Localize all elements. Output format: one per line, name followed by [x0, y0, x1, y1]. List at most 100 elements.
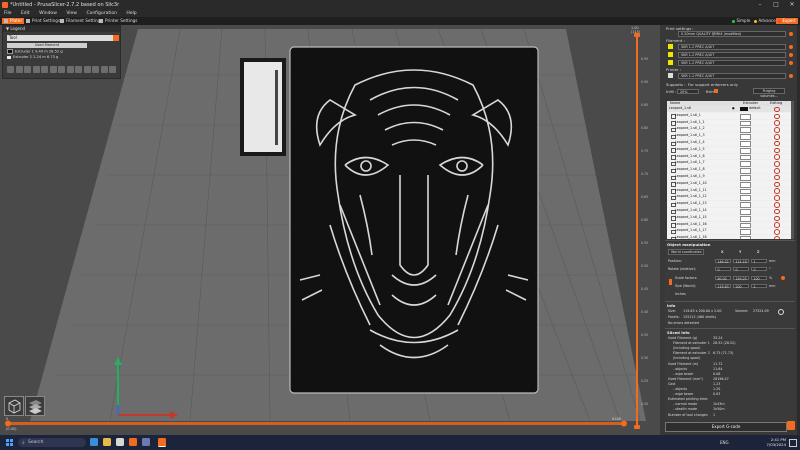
rotate-x-input[interactable]: 0 [715, 266, 731, 271]
position-x-input[interactable]: 146.02 [715, 258, 731, 263]
infill-select[interactable]: 20% [677, 88, 699, 94]
filament-1-select[interactable]: SKR 1.2 PREC A/UIT [678, 44, 786, 50]
part-settings-icon[interactable] [774, 127, 780, 133]
menu-file[interactable]: File [4, 11, 12, 16]
rotate-z-input[interactable]: 0 [751, 266, 767, 271]
size-z-input[interactable]: 2 [751, 283, 767, 288]
coordinate-system-select[interactable]: World coordinates [668, 249, 704, 255]
object-part-row[interactable]: Leopard_1.stl_1_12 [667, 194, 791, 202]
tool-change-icon[interactable] [58, 66, 65, 73]
menu-view[interactable]: View [66, 11, 77, 16]
edit-print-settings-icon[interactable] [789, 31, 793, 36]
object-part-row[interactable]: Leopard_1.stl_1_18 [667, 235, 791, 239]
mode-simple-button[interactable]: Simple [730, 18, 752, 24]
filament-2-select[interactable]: SKR 1.2 PREC A/UIT [678, 52, 786, 58]
view-type-select[interactable]: Tool [7, 35, 119, 41]
object-part-row[interactable]: Leopard_1.stl_1_6 [667, 154, 791, 161]
3d-viewport[interactable]: 0 (0.00) 6188 [0, 25, 660, 435]
object-part-row[interactable]: Leopard_1.stl_1_4 [667, 140, 791, 147]
feature-icon[interactable] [7, 66, 14, 73]
v-slider-bottom-thumb[interactable] [634, 425, 640, 429]
supports-value[interactable]: For support enforcers only [688, 82, 738, 87]
filament-3-color-swatch[interactable] [668, 60, 673, 65]
shells-icon[interactable] [100, 66, 108, 73]
size-x-input[interactable]: 119.63 [715, 283, 731, 288]
print-profile-select[interactable]: 0.20mm QUALITY @MK4 (modified) [678, 31, 786, 37]
system-clock[interactable]: 2:41 PM 7/03/2024 [767, 437, 786, 447]
cube-view-icon[interactable] [4, 396, 24, 416]
app-icon[interactable] [142, 438, 150, 446]
store-icon[interactable] [116, 438, 124, 446]
part-settings-icon[interactable] [774, 195, 780, 201]
part-settings-icon[interactable] [774, 140, 780, 147]
filament-3-select[interactable]: SKR 1.2 PREC A/UIT [678, 60, 786, 66]
prusaslicer-taskbar-icon[interactable] [129, 438, 137, 446]
printer-select[interactable]: SKR 1.2 PREC A/UIT [678, 73, 786, 79]
part-settings-icon[interactable] [774, 201, 780, 208]
object-part-row[interactable]: Leopard_1.stl_1_7 [667, 160, 791, 168]
object-part-row[interactable]: Leopard_1.stl_1_11 [667, 188, 791, 195]
maximize-button[interactable]: □ [768, 0, 784, 10]
part-settings-icon[interactable] [774, 229, 780, 235]
leopard-plate[interactable] [289, 46, 539, 394]
size-y-input[interactable]: 200 [733, 283, 749, 288]
rotate-y-input[interactable]: 0 [733, 266, 749, 271]
info-tooltip-icon[interactable] [778, 309, 784, 315]
part-settings-icon[interactable] [774, 120, 780, 126]
purging-volumes-button[interactable]: Purging volumes... [753, 88, 785, 98]
close-button[interactable]: ✕ [784, 0, 800, 10]
position-z-input[interactable]: 1 [751, 258, 767, 263]
h-slider-right-thumb[interactable] [621, 420, 627, 427]
part-settings-icon[interactable] [774, 147, 780, 154]
windows-start-icon[interactable] [6, 439, 13, 446]
mode-expert-button[interactable]: Expert [776, 18, 798, 24]
object-part-row[interactable]: Leopard_1.stl_1_9 [667, 174, 791, 181]
part-settings-icon[interactable] [774, 174, 780, 181]
part-settings-icon[interactable] [774, 215, 780, 222]
visibility-icon[interactable]: ● [732, 106, 735, 112]
tab-print-settings[interactable]: Print Settings [24, 18, 62, 24]
part-settings-icon[interactable] [774, 133, 780, 140]
dropdown-arrow-icon[interactable] [113, 35, 119, 41]
part-settings-icon[interactable] [774, 208, 780, 215]
menu-configuration[interactable]: Configuration [86, 11, 117, 16]
scale-z-input[interactable]: 100 [751, 275, 767, 280]
extruder-value[interactable]: default [749, 106, 761, 112]
notifications-icon[interactable] [789, 439, 797, 447]
object-part-row[interactable]: Leopard_1.stl_1_1 [667, 120, 791, 127]
object-part-row[interactable]: Leopard_1.stl_1_10 [667, 181, 791, 188]
part-settings-icon[interactable] [774, 222, 780, 228]
object-part-row[interactable]: Leopard_1.stl_1_16 [667, 222, 791, 229]
pause-icon[interactable] [75, 66, 82, 73]
menu-help[interactable]: Help [126, 11, 136, 16]
object-part-row[interactable]: Leopard_1.stl_1_8 [667, 167, 791, 174]
object-part-row[interactable]: Leopard_1.stl_1_17 [667, 228, 791, 236]
color-change-icon[interactable] [66, 66, 74, 73]
scale-y-input[interactable]: 149.25 [733, 275, 749, 280]
extruder-color-swatch[interactable] [740, 236, 751, 239]
object-root-row[interactable]: Leopard_1.stl ● default [667, 106, 791, 113]
part-settings-icon[interactable] [774, 167, 780, 174]
vertical-layer-slider[interactable]: 1.00 (115) 0.95 0.90 0.85 0.80 0.75 0.70 0.65 0… [629, 25, 659, 435]
prusaslicer-active-icon[interactable] [158, 438, 166, 447]
part-settings-icon[interactable] [774, 161, 780, 167]
part-settings-icon[interactable] [774, 188, 780, 194]
h-slider-left-thumb[interactable] [5, 420, 11, 427]
legend-header[interactable]: ▼ Legend [3, 26, 120, 32]
object-part-row[interactable]: Leopard_1.stl_1_3 [667, 133, 791, 140]
brim-checkbox[interactable] [714, 89, 718, 93]
v-slider-top-thumb[interactable] [634, 33, 640, 37]
v-slider-track[interactable] [636, 35, 638, 427]
part-settings-icon[interactable] [774, 181, 780, 188]
menu-edit[interactable]: Edit [21, 11, 30, 16]
edit-filament-1-icon[interactable] [789, 44, 793, 49]
travel-icon[interactable] [15, 66, 23, 73]
edit-filament-2-icon[interactable] [789, 52, 793, 57]
tool-marker-icon[interactable] [109, 66, 116, 73]
edit-printer-icon[interactable] [789, 73, 793, 78]
minimize-button[interactable]: – [752, 0, 768, 10]
send-to-printer-icon[interactable] [787, 421, 795, 430]
taskbar-search-input[interactable]: Search [18, 438, 86, 447]
part-settings-icon[interactable] [774, 113, 780, 120]
part-settings-icon[interactable] [774, 106, 780, 113]
